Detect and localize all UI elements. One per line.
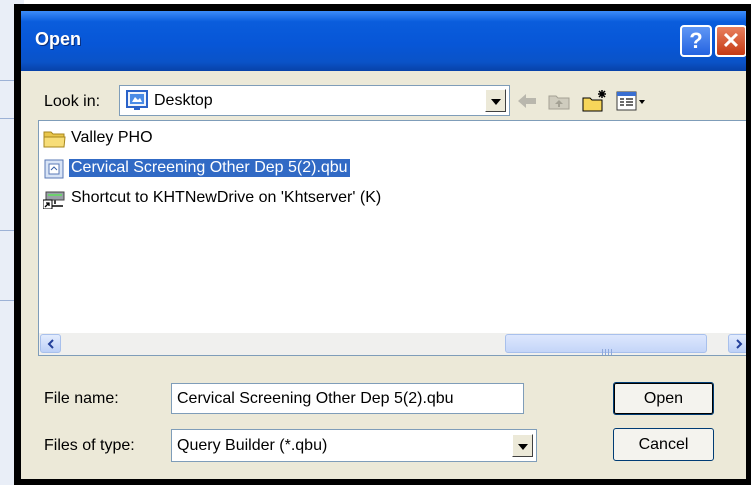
scroll-thumb[interactable] (505, 334, 707, 355)
file-type-dropdown-button[interactable] (512, 434, 533, 457)
scroll-right-button[interactable] (728, 334, 746, 353)
file-name-label: Shortcut to KHTNewDrive on 'Khtserver' (… (71, 189, 382, 206)
scroll-left-button[interactable] (40, 334, 61, 353)
file-name-input[interactable] (171, 383, 524, 414)
cancel-button[interactable]: Cancel (613, 428, 714, 461)
open-button[interactable]: Open (613, 382, 714, 415)
look-in-label: Look in: (44, 93, 101, 110)
file-name-label: File name: (44, 390, 119, 407)
look-in-combo[interactable]: Desktop (119, 85, 510, 116)
dialog-title: Open (35, 29, 82, 49)
file-list[interactable]: Valley PHO Cervical Screening Other Dep … (38, 120, 746, 356)
close-button[interactable]: ✕ (715, 25, 746, 57)
network-drive-shortcut-icon (42, 189, 67, 210)
back-arrow-icon[interactable] (515, 89, 539, 113)
file-type-label: Files of type: (44, 437, 135, 454)
qbu-file-icon (43, 159, 67, 179)
look-in-value: Desktop (154, 92, 213, 109)
dialog-frame: Open ? ✕ Look in: Desktop Valley PHO Cer… (14, 4, 751, 485)
desktop-icon (126, 89, 148, 111)
grip-icon (602, 342, 614, 360)
title-bar[interactable]: Open ? ✕ (21, 11, 746, 71)
up-folder-icon[interactable] (547, 89, 571, 113)
view-menu-icon[interactable] (616, 89, 648, 113)
file-name-label: Cervical Screening Other Dep 5(2).qbu (69, 159, 350, 177)
new-folder-icon[interactable] (582, 89, 608, 113)
help-button[interactable]: ? (680, 25, 712, 57)
chevron-right-icon (736, 339, 743, 349)
folder-icon (43, 129, 67, 149)
look-in-dropdown-button[interactable] (485, 89, 506, 112)
file-name-label: Valley PHO (71, 129, 153, 146)
file-type-value: Query Builder (*.qbu) (177, 437, 328, 454)
file-type-combo[interactable]: Query Builder (*.qbu) (171, 429, 537, 462)
horizontal-scrollbar[interactable] (39, 333, 746, 355)
open-dialog: Open ? ✕ Look in: Desktop Valley PHO Cer… (21, 11, 746, 479)
chevron-left-icon (47, 339, 54, 349)
